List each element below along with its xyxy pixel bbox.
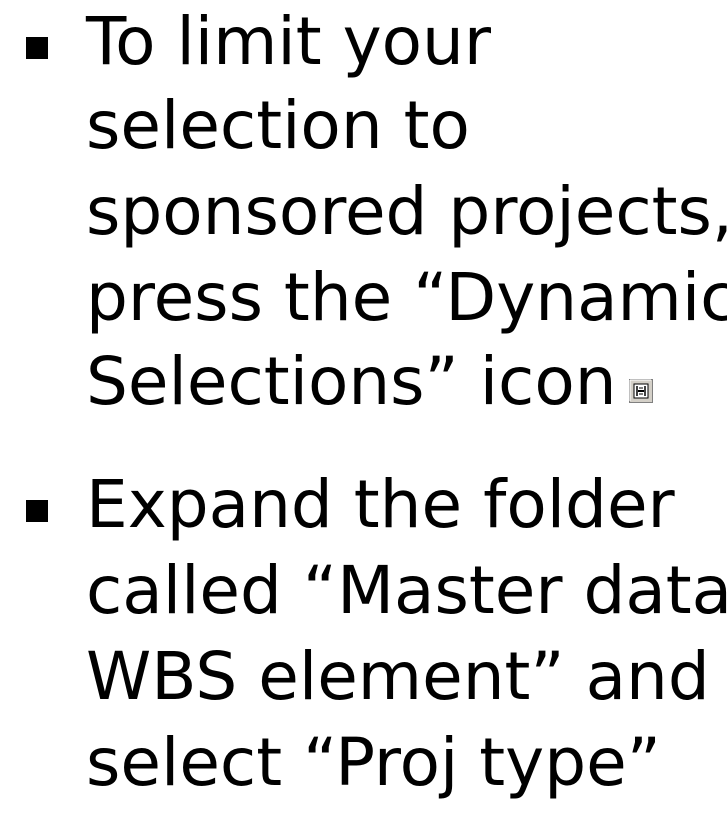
bullet-text-line: selection to xyxy=(86,87,470,164)
bullet-text-line: To limit your xyxy=(86,3,492,80)
bullet-text-line: press the “Dynamic xyxy=(86,259,727,336)
bullet-text-line: called “Master data xyxy=(86,552,727,629)
bullet-text-line: select “Proj type” xyxy=(86,724,661,801)
square-bullet-icon xyxy=(26,37,48,59)
bullet-text-segment: Selections” icon xyxy=(86,343,617,420)
bullet-text-line-with-icon: Selections” icon xyxy=(86,340,653,424)
dynamic-selections-icon xyxy=(628,339,653,423)
bullet-text-line: sponsored projects, xyxy=(86,173,727,250)
bullet-text-line: Expand the folder xyxy=(86,466,675,543)
slide: To limit your selection to sponsored pro… xyxy=(0,0,727,816)
square-bullet-icon xyxy=(26,500,48,522)
bullet-text-line: WBS element” and xyxy=(86,638,710,715)
